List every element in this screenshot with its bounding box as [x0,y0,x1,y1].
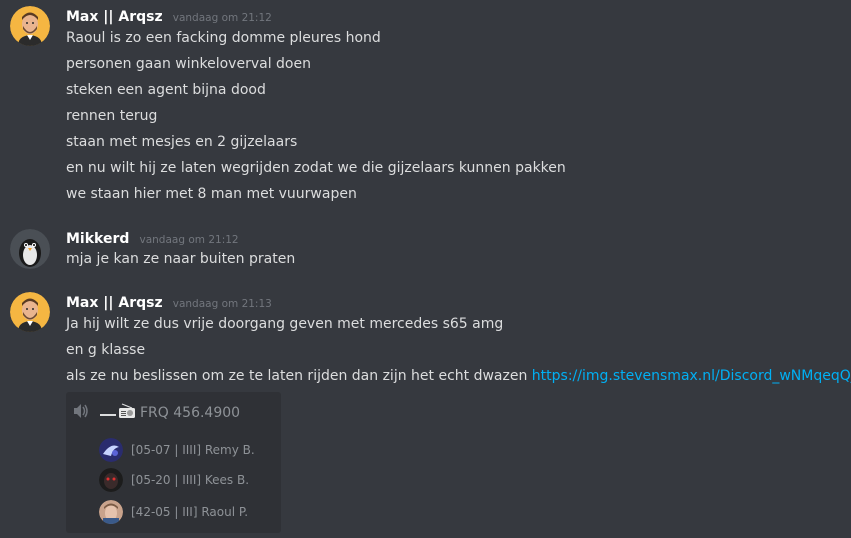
message-header: Max || Arqsz vandaag om 21:12 [66,6,272,26]
voice-member-name: [05-20 | IIII] Kees B. [131,473,250,487]
username[interactable]: Max || Arqsz [66,9,163,25]
message-text: steken een agent bijna dood [66,82,266,98]
chat-messages: Max || Arqsz vandaag om 21:12 Raoul is z… [0,0,851,538]
dash-icon [100,404,116,423]
username[interactable]: Mikkerd [66,231,129,247]
message-text: en g klasse [66,342,146,358]
timestamp[interactable]: vandaag om 21:13 [173,298,272,310]
message-text: personen gaan winkeloverval doen [66,56,311,72]
message-text: we staan hier met 8 man met vuurwapen [66,186,357,202]
message-text: Ja hij wilt ze dus vrije doorgang geven … [66,316,504,332]
voice-member[interactable]: [05-07 | IIII] Remy B. [99,437,255,463]
voice-member[interactable]: [42-05 | III] Raoul P. [99,499,248,525]
avatar[interactable] [10,6,50,46]
avatar[interactable] [10,229,50,269]
message-link[interactable]: https://img.stevensmax.nl/Discord_wNMqeq… [532,368,851,384]
timestamp[interactable]: vandaag om 21:12 [140,234,239,246]
speaker-icon [72,403,90,423]
avatar [99,438,123,462]
message-header: Mikkerd vandaag om 21:12 [66,228,239,248]
voice-member[interactable]: [05-20 | IIII] Kees B. [99,467,249,493]
radio-icon [118,403,136,423]
message-text-part: als ze nu beslissen om ze te laten rijde… [66,368,528,384]
message-header: Max || Arqsz vandaag om 21:13 [66,292,272,312]
avatar [99,468,123,492]
message-text: rennen terug [66,108,158,124]
timestamp[interactable]: vandaag om 21:12 [173,12,272,24]
avatar [99,500,123,524]
message-text: als ze nu beslissen om ze te laten rijde… [66,366,851,386]
username[interactable]: Max || Arqsz [66,295,163,311]
voice-channel-name[interactable]: FRQ 456.4900 [140,405,240,421]
voice-member-name: [05-07 | IIII] Remy B. [131,443,255,457]
voice-channel-embed: FRQ 456.4900 [05-07 | IIII] Remy B. [05-… [66,392,281,533]
avatar[interactable] [10,292,50,332]
message-text: mja je kan ze naar buiten praten [66,251,296,267]
voice-member-name: [42-05 | III] Raoul P. [131,505,249,519]
message-text: staan met mesjes en 2 gijzelaars [66,134,298,150]
message-text: Raoul is zo een facking domme pleures ho… [66,30,381,46]
voice-channel-header: FRQ 456.4900 [72,402,240,424]
message-text: en nu wilt hij ze laten wegrijden zodat … [66,160,566,176]
